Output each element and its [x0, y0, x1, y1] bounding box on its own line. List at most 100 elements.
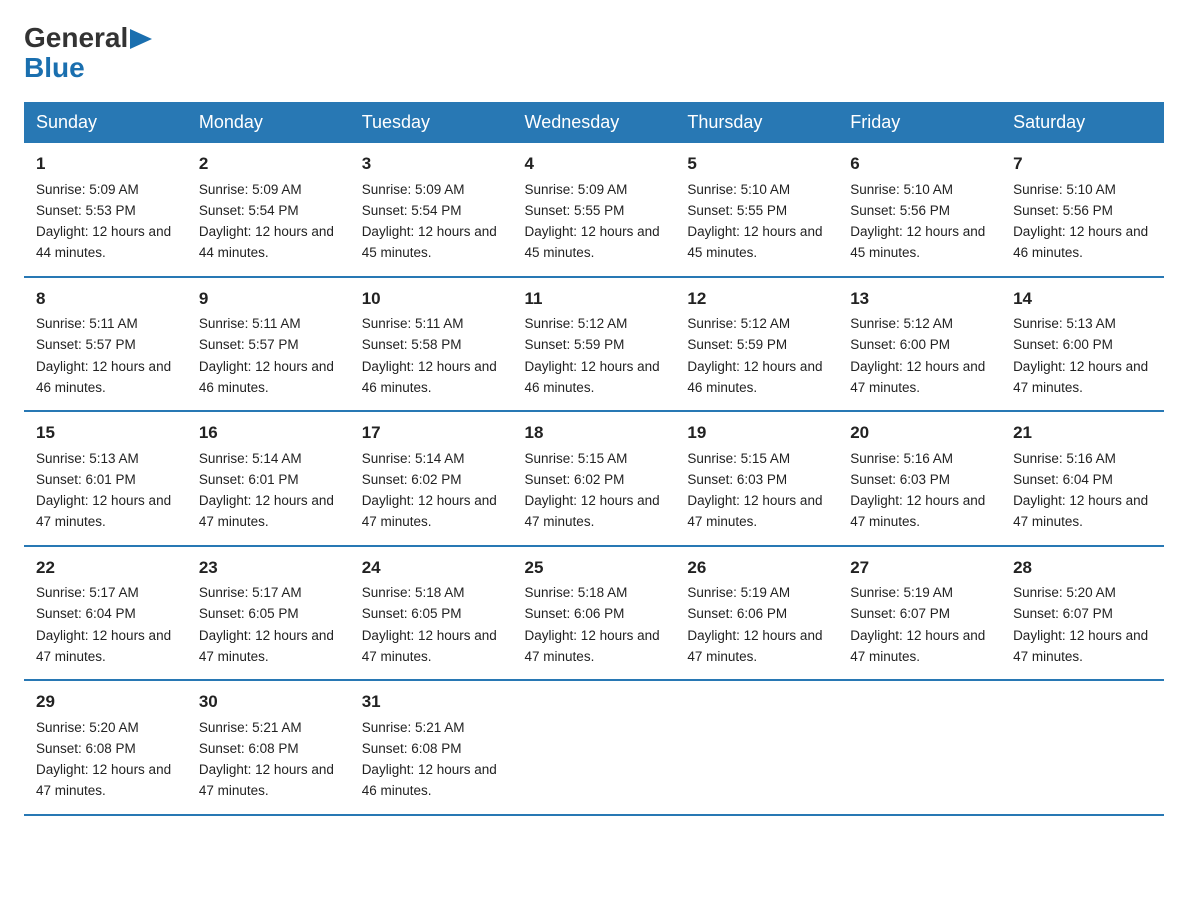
day-info: Sunrise: 5:13 AMSunset: 6:00 PMDaylight:…	[1013, 316, 1148, 395]
calendar-week-row: 1 Sunrise: 5:09 AMSunset: 5:53 PMDayligh…	[24, 143, 1164, 277]
logo-triangle-icon	[130, 29, 152, 49]
calendar-cell: 14 Sunrise: 5:13 AMSunset: 6:00 PMDaylig…	[1001, 277, 1164, 412]
logo-general-text: General	[24, 24, 128, 52]
calendar-cell	[513, 680, 676, 815]
day-info: Sunrise: 5:11 AMSunset: 5:57 PMDaylight:…	[36, 316, 171, 395]
day-number: 26	[687, 555, 826, 581]
day-number: 2	[199, 151, 338, 177]
day-info: Sunrise: 5:12 AMSunset: 5:59 PMDaylight:…	[687, 316, 822, 395]
calendar-cell: 24 Sunrise: 5:18 AMSunset: 6:05 PMDaylig…	[350, 546, 513, 681]
day-number: 23	[199, 555, 338, 581]
day-number: 16	[199, 420, 338, 446]
calendar-cell: 31 Sunrise: 5:21 AMSunset: 6:08 PMDaylig…	[350, 680, 513, 815]
day-info: Sunrise: 5:10 AMSunset: 5:56 PMDaylight:…	[1013, 182, 1148, 261]
calendar-cell: 7 Sunrise: 5:10 AMSunset: 5:56 PMDayligh…	[1001, 143, 1164, 277]
day-number: 1	[36, 151, 175, 177]
calendar-week-row: 29 Sunrise: 5:20 AMSunset: 6:08 PMDaylig…	[24, 680, 1164, 815]
calendar-cell: 28 Sunrise: 5:20 AMSunset: 6:07 PMDaylig…	[1001, 546, 1164, 681]
day-number: 12	[687, 286, 826, 312]
day-info: Sunrise: 5:14 AMSunset: 6:02 PMDaylight:…	[362, 451, 497, 530]
header-saturday: Saturday	[1001, 102, 1164, 143]
day-info: Sunrise: 5:12 AMSunset: 5:59 PMDaylight:…	[525, 316, 660, 395]
day-number: 24	[362, 555, 501, 581]
day-info: Sunrise: 5:18 AMSunset: 6:06 PMDaylight:…	[525, 585, 660, 664]
day-info: Sunrise: 5:17 AMSunset: 6:05 PMDaylight:…	[199, 585, 334, 664]
day-info: Sunrise: 5:13 AMSunset: 6:01 PMDaylight:…	[36, 451, 171, 530]
calendar-cell: 11 Sunrise: 5:12 AMSunset: 5:59 PMDaylig…	[513, 277, 676, 412]
calendar-cell: 5 Sunrise: 5:10 AMSunset: 5:55 PMDayligh…	[675, 143, 838, 277]
calendar-week-row: 8 Sunrise: 5:11 AMSunset: 5:57 PMDayligh…	[24, 277, 1164, 412]
calendar-cell: 27 Sunrise: 5:19 AMSunset: 6:07 PMDaylig…	[838, 546, 1001, 681]
day-number: 27	[850, 555, 989, 581]
day-info: Sunrise: 5:19 AMSunset: 6:07 PMDaylight:…	[850, 585, 985, 664]
calendar-cell: 12 Sunrise: 5:12 AMSunset: 5:59 PMDaylig…	[675, 277, 838, 412]
logo: General Blue	[24, 24, 152, 82]
day-info: Sunrise: 5:15 AMSunset: 6:02 PMDaylight:…	[525, 451, 660, 530]
header-wednesday: Wednesday	[513, 102, 676, 143]
day-info: Sunrise: 5:21 AMSunset: 6:08 PMDaylight:…	[199, 720, 334, 799]
calendar-cell: 22 Sunrise: 5:17 AMSunset: 6:04 PMDaylig…	[24, 546, 187, 681]
calendar-cell: 10 Sunrise: 5:11 AMSunset: 5:58 PMDaylig…	[350, 277, 513, 412]
calendar-cell: 21 Sunrise: 5:16 AMSunset: 6:04 PMDaylig…	[1001, 411, 1164, 546]
calendar-week-row: 22 Sunrise: 5:17 AMSunset: 6:04 PMDaylig…	[24, 546, 1164, 681]
page-header: General Blue	[24, 24, 1164, 82]
calendar-cell: 2 Sunrise: 5:09 AMSunset: 5:54 PMDayligh…	[187, 143, 350, 277]
calendar-cell	[675, 680, 838, 815]
calendar-cell: 26 Sunrise: 5:19 AMSunset: 6:06 PMDaylig…	[675, 546, 838, 681]
header-tuesday: Tuesday	[350, 102, 513, 143]
day-info: Sunrise: 5:09 AMSunset: 5:54 PMDaylight:…	[362, 182, 497, 261]
calendar-cell: 4 Sunrise: 5:09 AMSunset: 5:55 PMDayligh…	[513, 143, 676, 277]
day-number: 21	[1013, 420, 1152, 446]
day-number: 5	[687, 151, 826, 177]
day-number: 14	[1013, 286, 1152, 312]
day-number: 28	[1013, 555, 1152, 581]
calendar-cell: 3 Sunrise: 5:09 AMSunset: 5:54 PMDayligh…	[350, 143, 513, 277]
day-number: 19	[687, 420, 826, 446]
day-info: Sunrise: 5:09 AMSunset: 5:53 PMDaylight:…	[36, 182, 171, 261]
calendar-cell: 15 Sunrise: 5:13 AMSunset: 6:01 PMDaylig…	[24, 411, 187, 546]
calendar-cell: 8 Sunrise: 5:11 AMSunset: 5:57 PMDayligh…	[24, 277, 187, 412]
day-number: 7	[1013, 151, 1152, 177]
calendar-cell	[838, 680, 1001, 815]
day-info: Sunrise: 5:18 AMSunset: 6:05 PMDaylight:…	[362, 585, 497, 664]
day-number: 4	[525, 151, 664, 177]
day-info: Sunrise: 5:12 AMSunset: 6:00 PMDaylight:…	[850, 316, 985, 395]
calendar-cell: 23 Sunrise: 5:17 AMSunset: 6:05 PMDaylig…	[187, 546, 350, 681]
calendar-cell: 9 Sunrise: 5:11 AMSunset: 5:57 PMDayligh…	[187, 277, 350, 412]
calendar-cell: 19 Sunrise: 5:15 AMSunset: 6:03 PMDaylig…	[675, 411, 838, 546]
calendar-cell: 1 Sunrise: 5:09 AMSunset: 5:53 PMDayligh…	[24, 143, 187, 277]
day-info: Sunrise: 5:09 AMSunset: 5:55 PMDaylight:…	[525, 182, 660, 261]
day-number: 15	[36, 420, 175, 446]
calendar-cell: 30 Sunrise: 5:21 AMSunset: 6:08 PMDaylig…	[187, 680, 350, 815]
day-number: 8	[36, 286, 175, 312]
calendar-cell: 13 Sunrise: 5:12 AMSunset: 6:00 PMDaylig…	[838, 277, 1001, 412]
day-info: Sunrise: 5:15 AMSunset: 6:03 PMDaylight:…	[687, 451, 822, 530]
calendar-week-row: 15 Sunrise: 5:13 AMSunset: 6:01 PMDaylig…	[24, 411, 1164, 546]
calendar-cell: 18 Sunrise: 5:15 AMSunset: 6:02 PMDaylig…	[513, 411, 676, 546]
day-info: Sunrise: 5:20 AMSunset: 6:08 PMDaylight:…	[36, 720, 171, 799]
day-number: 17	[362, 420, 501, 446]
calendar-cell	[1001, 680, 1164, 815]
day-number: 20	[850, 420, 989, 446]
day-number: 25	[525, 555, 664, 581]
calendar-cell: 17 Sunrise: 5:14 AMSunset: 6:02 PMDaylig…	[350, 411, 513, 546]
calendar-table: SundayMondayTuesdayWednesdayThursdayFrid…	[24, 102, 1164, 816]
day-info: Sunrise: 5:16 AMSunset: 6:04 PMDaylight:…	[1013, 451, 1148, 530]
logo-blue-text: Blue	[24, 54, 85, 82]
header-sunday: Sunday	[24, 102, 187, 143]
day-number: 10	[362, 286, 501, 312]
day-number: 18	[525, 420, 664, 446]
day-number: 29	[36, 689, 175, 715]
day-info: Sunrise: 5:19 AMSunset: 6:06 PMDaylight:…	[687, 585, 822, 664]
day-info: Sunrise: 5:09 AMSunset: 5:54 PMDaylight:…	[199, 182, 334, 261]
day-number: 13	[850, 286, 989, 312]
calendar-cell: 29 Sunrise: 5:20 AMSunset: 6:08 PMDaylig…	[24, 680, 187, 815]
day-info: Sunrise: 5:11 AMSunset: 5:57 PMDaylight:…	[199, 316, 334, 395]
header-monday: Monday	[187, 102, 350, 143]
day-number: 30	[199, 689, 338, 715]
day-number: 11	[525, 286, 664, 312]
day-info: Sunrise: 5:21 AMSunset: 6:08 PMDaylight:…	[362, 720, 497, 799]
day-number: 6	[850, 151, 989, 177]
header-friday: Friday	[838, 102, 1001, 143]
calendar-header-row: SundayMondayTuesdayWednesdayThursdayFrid…	[24, 102, 1164, 143]
